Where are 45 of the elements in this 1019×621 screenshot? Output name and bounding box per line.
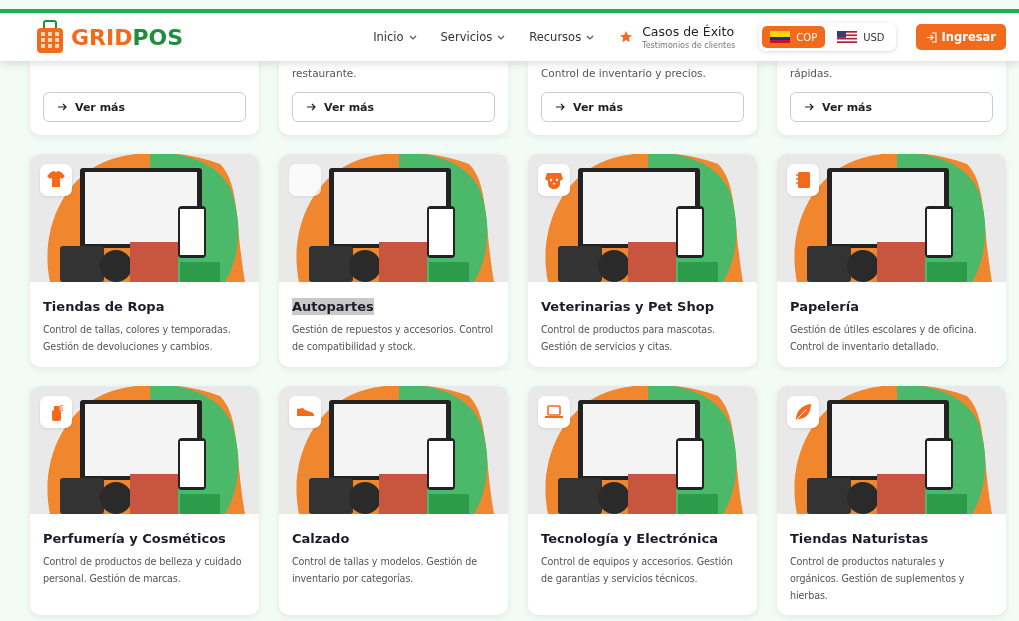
card-description: Control de productos para mascotas. Gestión de servicios y citas.: [541, 323, 716, 354]
star-icon: [620, 31, 633, 43]
card-description: restaurante.: [292, 66, 358, 81]
card-title: Tiendas de Ropa: [43, 298, 165, 315]
shoe-icon: [296, 408, 314, 416]
arrow-right-icon: [556, 103, 565, 111]
arrow-right-icon: [805, 103, 814, 111]
flag-icon: [837, 31, 858, 43]
card-description: Control de equipos y accesorios. Gestión de garantías y servicios técnicos.: [541, 555, 734, 586]
card-title: Tiendas Naturistas: [790, 530, 929, 547]
see-more-button[interactable]: Ver más: [292, 92, 495, 122]
leaf-icon: [793, 402, 813, 422]
card-description: Gestión de útiles escolares y de oficina. Control de inventario detallado.: [790, 323, 978, 354]
card-description: rápidas.: [790, 66, 834, 81]
nav-subtitle: Testimonios de clientes: [642, 41, 736, 50]
card-title: Papelería: [790, 298, 859, 315]
see-more-button[interactable]: Ver más: [541, 92, 744, 122]
logo-text[interactable]: GRIDPOS: [71, 24, 184, 50]
card-title: Calzado: [292, 530, 350, 547]
currency-option[interactable]: USD: [829, 26, 893, 48]
dog-face-icon: [544, 170, 564, 190]
card-description: Control de inventario y precios.: [541, 66, 707, 81]
nav-link[interactable]: Servicios: [440, 30, 506, 44]
sign-in-icon: [925, 31, 937, 43]
flag-icon: [770, 31, 791, 43]
shirt-icon: [46, 170, 66, 190]
card-title: Autopartes: [292, 298, 374, 315]
card-description: Control de tallas y modelos. Gestión de inventario por categorías.: [292, 555, 479, 586]
see-more-button[interactable]: Ver más: [43, 92, 246, 122]
nav-link[interactable]: Recursos: [529, 30, 595, 44]
arrow-right-icon: [58, 103, 67, 111]
card-title: Veterinarias y Pet Shop: [541, 298, 714, 315]
card-description: Gestión de repuestos y accesorios. Control de compatibilidad y stock.: [292, 323, 495, 354]
card-description: Control de productos de belleza y cuidado personal. Gestión de marcas.: [43, 555, 243, 586]
icon-badge: [289, 164, 321, 196]
card-title: Perfumería y Cosméticos: [43, 530, 226, 547]
card-title: Tecnología y Electrónica: [541, 530, 718, 547]
nav-link[interactable]: Inicio: [373, 30, 417, 44]
arrow-right-icon: [307, 103, 316, 111]
cash-register-icon: [35, 20, 65, 54]
card-description: Control de productos naturales y orgánicos. Gestión de suplementos y hierbas.: [790, 555, 966, 603]
see-more-button[interactable]: Ver más: [790, 92, 993, 122]
nav-link[interactable]: Casos de Éxito: [642, 24, 736, 39]
card-description: Control de tallas, colores y temporadas. Gestión de devoluciones y cambios.: [43, 323, 232, 354]
notebook-icon: [793, 170, 813, 190]
